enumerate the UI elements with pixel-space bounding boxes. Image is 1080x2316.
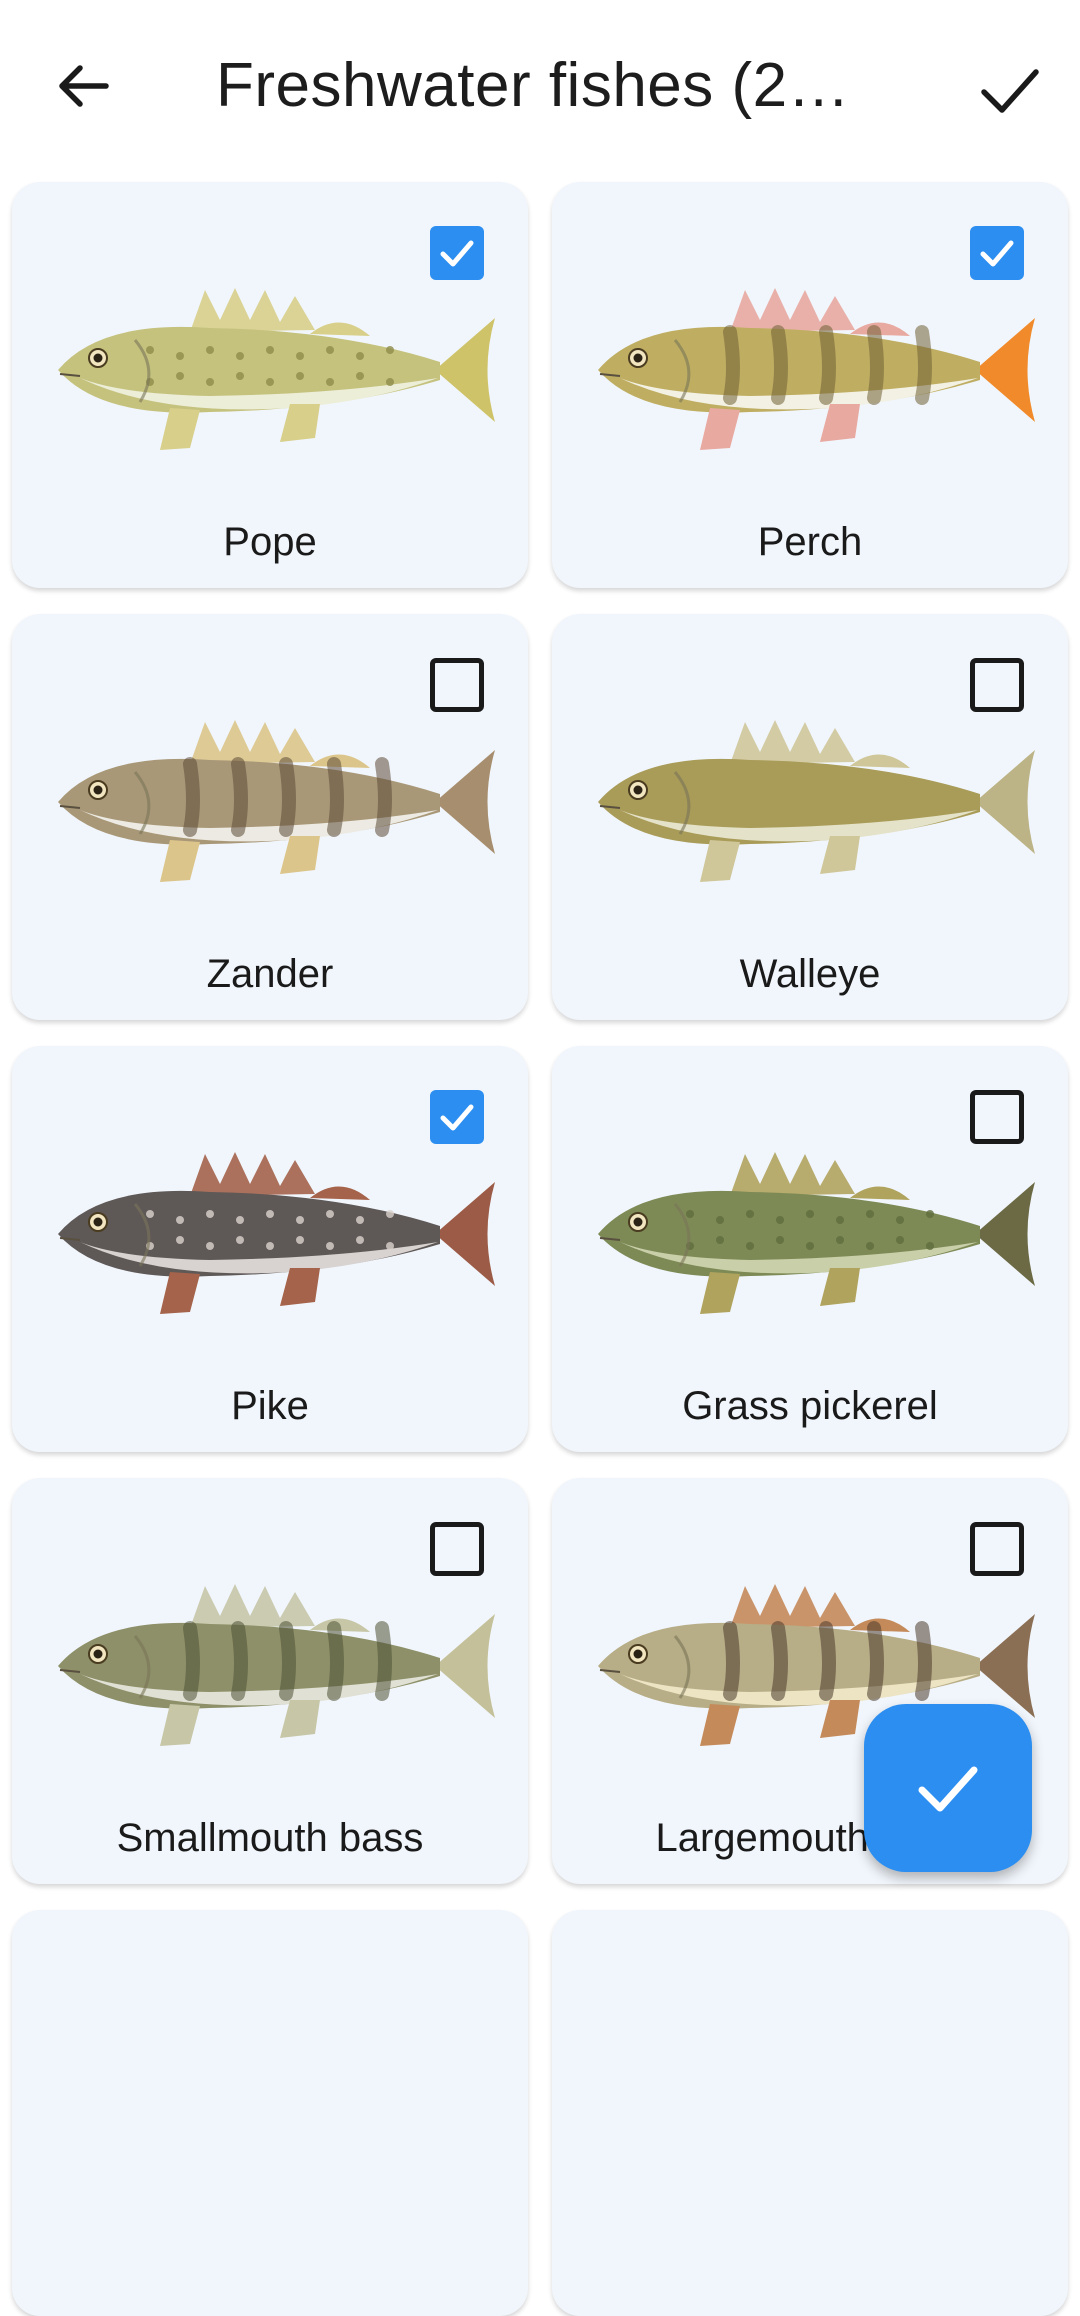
- fish-card[interactable]: Zander: [12, 614, 528, 1020]
- fish-card[interactable]: Walleye: [552, 614, 1068, 1020]
- check-icon: [977, 233, 1017, 273]
- check-icon: [437, 1097, 477, 1137]
- fish-card[interactable]: Perch: [552, 182, 1068, 588]
- fish-name: Walleye: [739, 952, 881, 996]
- smallmouth-bass-fish-image: [40, 1566, 500, 1766]
- walleye-fish-image: [580, 702, 1040, 902]
- zander-fish-image: [40, 702, 500, 902]
- grass-pickerel-fish-image: [580, 1134, 1040, 1334]
- fish-card[interactable]: Grass pickerel: [552, 1046, 1068, 1452]
- fish-card[interactable]: Smallmouth bass: [12, 1478, 528, 1884]
- fish-name: Pope: [223, 520, 317, 564]
- check-icon: [918, 1766, 978, 1812]
- pope-fish-image: [40, 270, 500, 470]
- fish-card[interactable]: [12, 1910, 528, 2316]
- fish-name: Grass pickerel: [682, 1384, 938, 1428]
- fish-grid: Pope Perch Zander Walleye Pike Grass pic…: [0, 0, 1080, 2316]
- pike-fish-image: [40, 1134, 500, 1334]
- fish-name: Zander: [206, 952, 334, 996]
- check-icon: [437, 233, 477, 273]
- fish-name: Perch: [757, 520, 863, 564]
- fish-card[interactable]: [552, 1910, 1068, 2316]
- fish-name: Smallmouth bass: [116, 1816, 424, 1860]
- fish-card[interactable]: Pope: [12, 182, 528, 588]
- fish-card[interactable]: Pike: [12, 1046, 528, 1452]
- fish-name: Pike: [231, 1384, 309, 1428]
- confirm-fab[interactable]: [864, 1704, 1032, 1872]
- perch-fish-image: [580, 270, 1040, 470]
